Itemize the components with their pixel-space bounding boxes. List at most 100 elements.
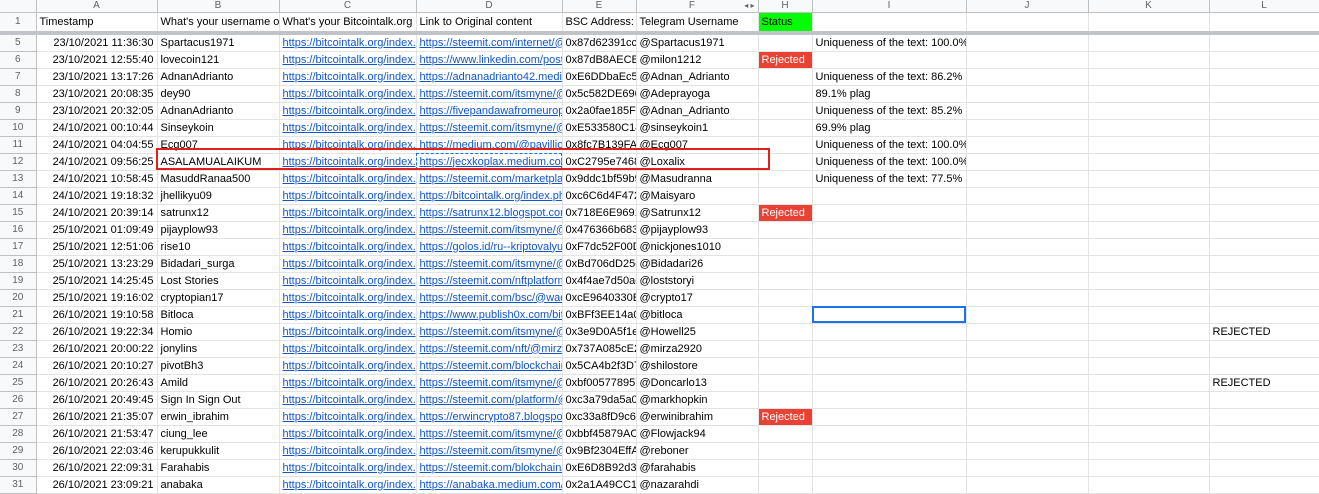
note-cell[interactable] — [812, 51, 967, 69]
column-header-k[interactable]: K — [1088, 0, 1210, 13]
note-cell[interactable] — [812, 374, 967, 392]
bitcointalk-link-cell[interactable]: https://bitcointalk.org/index.p — [279, 221, 417, 239]
bsc-address-cell[interactable]: 0xE6D8B92d35 — [562, 459, 637, 477]
header-l[interactable] — [1209, 12, 1319, 35]
bsc-address-cell[interactable]: 0x5CA4b2f3D7 — [562, 357, 637, 375]
telegram-cell[interactable]: @nazarahdi — [636, 476, 759, 494]
cell-l[interactable] — [1209, 68, 1319, 86]
telegram-cell[interactable]: @Doncarlo13 — [636, 374, 759, 392]
row-number[interactable]: 14 — [0, 187, 37, 205]
status-cell[interactable] — [758, 323, 813, 341]
timestamp-cell[interactable]: 26/10/2021 20:00:22 — [36, 340, 158, 358]
timestamp-cell[interactable]: 25/10/2021 14:25:45 — [36, 272, 158, 290]
status-cell[interactable] — [758, 442, 813, 460]
timestamp-cell[interactable]: 26/10/2021 22:09:31 — [36, 459, 158, 477]
cell-j[interactable] — [966, 442, 1089, 460]
cell-l[interactable] — [1209, 238, 1319, 256]
bsc-address-cell[interactable]: 0xbf005778957 — [562, 374, 637, 392]
telegram-cell[interactable]: @Bidadari26 — [636, 255, 759, 273]
cell-l[interactable] — [1209, 51, 1319, 69]
note-cell[interactable] — [812, 187, 967, 205]
note-cell[interactable] — [812, 391, 967, 409]
cell-l[interactable] — [1209, 442, 1319, 460]
row-number[interactable]: 25 — [0, 374, 37, 392]
spreadsheet-grid[interactable]: A B C D E F ◂ ▸ H I J K L 1 Timestamp What's your use… — [0, 0, 1319, 494]
cell-l[interactable] — [1209, 425, 1319, 443]
cell-k[interactable] — [1088, 459, 1210, 477]
original-link-cell[interactable]: https://steemit.com/nft/@mirza — [416, 340, 563, 358]
header-j[interactable] — [966, 12, 1089, 35]
note-cell[interactable]: 69.9% plag — [812, 119, 967, 137]
cell-l[interactable] — [1209, 357, 1319, 375]
telegram-cell[interactable]: @pijayplow93 — [636, 221, 759, 239]
bsc-address-cell[interactable]: 0x87dB8AECB — [562, 51, 637, 69]
cell-j[interactable] — [966, 153, 1089, 171]
original-link-cell[interactable]: https://steemit.com/blockchain — [416, 357, 563, 375]
telegram-cell[interactable]: @Ecg007 — [636, 136, 759, 154]
bsc-address-cell[interactable]: 0xBd706dD25c — [562, 255, 637, 273]
bitcointalk-link-cell[interactable]: https://bitcointalk.org/index.p — [279, 85, 417, 103]
cell-l[interactable] — [1209, 187, 1319, 205]
cell-l[interactable] — [1209, 306, 1319, 324]
row-number[interactable]: 1 — [0, 12, 37, 35]
bsc-address-cell[interactable]: 0x8fc7B139FAE — [562, 136, 637, 154]
cell-k[interactable] — [1088, 340, 1210, 358]
cell-l[interactable] — [1209, 102, 1319, 120]
original-link-cell[interactable]: https://medium.com/@pavillion — [416, 136, 563, 154]
bsc-address-cell[interactable]: 0xcE9640330E — [562, 289, 637, 307]
note-cell[interactable]: Uniqueness of the text: 77.5% — [812, 170, 967, 188]
bitcointalk-link-cell[interactable]: https://bitcointalk.org/index.p — [279, 102, 417, 120]
note-cell[interactable] — [812, 340, 967, 358]
cell-j[interactable] — [966, 459, 1089, 477]
cell-l[interactable] — [1209, 153, 1319, 171]
note-cell[interactable] — [812, 476, 967, 494]
original-link-cell[interactable]: https://steemit.com/itsmyne/@ — [416, 221, 563, 239]
cell-j[interactable] — [966, 289, 1089, 307]
status-cell[interactable] — [758, 68, 813, 86]
cell-j[interactable] — [966, 272, 1089, 290]
original-link-cell[interactable]: https://steemit.com/platform/@ — [416, 391, 563, 409]
cell-k[interactable] — [1088, 289, 1210, 307]
row-number[interactable]: 18 — [0, 255, 37, 273]
status-cell[interactable] — [758, 136, 813, 154]
cell-j[interactable] — [966, 238, 1089, 256]
note-cell[interactable] — [812, 459, 967, 477]
cell-l[interactable]: REJECTED — [1209, 374, 1319, 392]
row-number[interactable]: 29 — [0, 442, 37, 460]
row-number[interactable]: 27 — [0, 408, 37, 426]
status-cell[interactable]: Rejected — [758, 51, 813, 69]
row-number[interactable]: 31 — [0, 476, 37, 494]
timestamp-cell[interactable]: 26/10/2021 20:10:27 — [36, 357, 158, 375]
bitcointalk-link-cell[interactable]: https://bitcointalk.org/index.p — [279, 32, 417, 52]
cell-l[interactable] — [1209, 289, 1319, 307]
note-cell[interactable]: Uniqueness of the text: 100.0% — [812, 32, 967, 52]
bsc-address-cell[interactable]: 0xBFf3EE14a0 — [562, 306, 637, 324]
cell-k[interactable] — [1088, 119, 1210, 137]
username-cell[interactable]: Amild — [157, 374, 280, 392]
username-cell[interactable]: lovecoin121 — [157, 51, 280, 69]
note-cell[interactable]: Uniqueness of the text: 100.0% — [812, 136, 967, 154]
cell-k[interactable] — [1088, 306, 1210, 324]
cell-k[interactable] — [1088, 32, 1210, 52]
original-link-cell[interactable]: https://www.publish0x.com/bitl — [416, 306, 563, 324]
username-cell[interactable]: Bitloca — [157, 306, 280, 324]
username-cell[interactable]: Bidadari_surga — [157, 255, 280, 273]
username-cell[interactable]: dey90 — [157, 85, 280, 103]
bsc-address-cell[interactable]: 0xc33a8fD9c68 — [562, 408, 637, 426]
cell-k[interactable] — [1088, 476, 1210, 494]
original-link-cell[interactable]: https://golos.id/ru--kriptovalyut — [416, 238, 563, 256]
bsc-address-cell[interactable]: 0x2a1A49CC12 — [562, 476, 637, 494]
note-cell[interactable] — [812, 408, 967, 426]
username-cell[interactable]: Lost Stories — [157, 272, 280, 290]
status-cell[interactable] — [758, 221, 813, 239]
telegram-cell[interactable]: @Masudranna — [636, 170, 759, 188]
cell-l[interactable] — [1209, 391, 1319, 409]
original-link-cell[interactable]: https://bitcointalk.org/index.php — [416, 187, 563, 205]
bitcointalk-link-cell[interactable]: https://bitcointalk.org/index.p — [279, 136, 417, 154]
cell-l[interactable] — [1209, 459, 1319, 477]
timestamp-cell[interactable]: 25/10/2021 19:16:02 — [36, 289, 158, 307]
timestamp-cell[interactable]: 26/10/2021 19:22:34 — [36, 323, 158, 341]
cell-l[interactable] — [1209, 221, 1319, 239]
row-number[interactable]: 11 — [0, 136, 37, 154]
timestamp-cell[interactable]: 23/10/2021 11:36:30 — [36, 32, 158, 52]
